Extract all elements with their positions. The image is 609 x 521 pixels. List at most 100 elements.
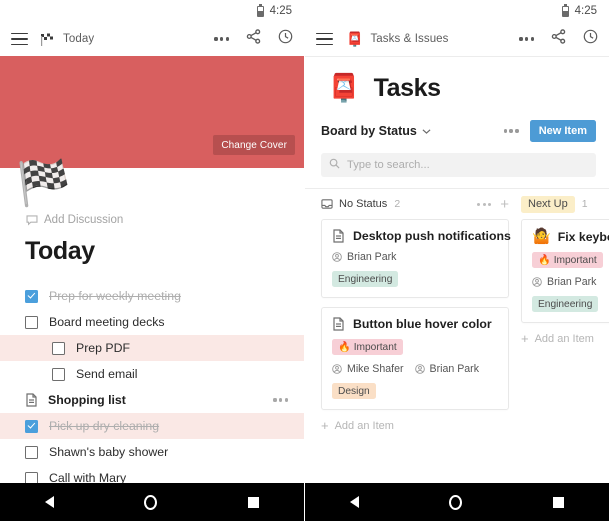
postbox-emoji-large: 📮 <box>327 73 361 103</box>
plus-icon: + <box>521 331 529 346</box>
avatar <box>332 364 342 374</box>
assignee[interactable]: Mike Shafer <box>332 363 404 375</box>
board-view-label[interactable]: Board by Status <box>321 124 417 138</box>
column-count: 1 <box>581 198 588 210</box>
plus-icon: + <box>321 418 329 433</box>
back-button[interactable] <box>350 496 360 508</box>
home-button[interactable] <box>449 494 463 510</box>
board-card[interactable]: Desktop push notifications Brian Park Engi… <box>321 219 511 298</box>
column-add-icon[interactable]: + <box>500 197 509 212</box>
recents-button[interactable] <box>552 496 564 508</box>
checkbox-checked[interactable] <box>25 289 38 303</box>
add-discussion-button[interactable]: Add Discussion <box>26 214 290 226</box>
assignee-name: Mike Shafer <box>347 363 404 375</box>
more-options-icon[interactable] <box>519 37 534 41</box>
document-row[interactable]: Shopping list <box>14 387 290 413</box>
checkered-flag-icon <box>41 33 56 46</box>
battery-icon <box>561 3 569 17</box>
checkbox-unchecked[interactable] <box>52 341 65 355</box>
tag-important[interactable]: 🔥 Important <box>532 252 603 268</box>
search-icon <box>329 156 340 174</box>
card-title-label: Button blue hover color <box>353 317 492 331</box>
assignee[interactable]: Brian Park <box>532 276 596 288</box>
checkered-flag-emoji[interactable]: 🏁 <box>16 162 71 206</box>
hamburger-menu-icon[interactable] <box>316 32 333 46</box>
todo-row[interactable]: Pick up dry cleaning <box>0 413 304 439</box>
right-phone-screen: 4:25 📮 Tasks & Issues 📮 Tasks Board by S… <box>304 0 609 521</box>
card-title: Button blue hover color <box>332 317 498 331</box>
card-title: Desktop push notifications <box>332 229 511 243</box>
todo-row[interactable]: Shawn's baby shower <box>14 439 290 465</box>
clock-history-icon[interactable] <box>583 29 598 49</box>
column-cards-no-status: Desktop push notifications Brian Park Engi… <box>321 219 511 410</box>
avatar <box>532 277 542 287</box>
add-item-label: Add an Item <box>334 419 394 432</box>
assignee-name: Brian Park <box>429 363 479 375</box>
board-card[interactable]: Button blue hover color 🔥 Important Mike Sh… <box>321 307 509 410</box>
checkbox-unchecked[interactable] <box>25 445 38 459</box>
board-header: Board by Status New Item <box>305 103 609 142</box>
checkbox-unchecked[interactable] <box>25 315 38 329</box>
status-badge-next-up[interactable]: Next Up <box>521 195 575 213</box>
add-discussion-label: Add Discussion <box>44 214 124 226</box>
avatar <box>414 364 425 374</box>
column-title-label: No Status <box>339 198 388 210</box>
status-bar-time: 4:25 <box>574 5 597 17</box>
checkbox-checked[interactable] <box>25 419 38 433</box>
app-bar-right: 📮 Tasks & Issues <box>305 22 609 56</box>
fire-emoji-icon: 🔥 <box>338 341 351 353</box>
column-count: 2 <box>394 198 401 210</box>
column-header-no-status: No Status 2 + <box>321 189 509 219</box>
recents-button[interactable] <box>247 496 259 508</box>
change-cover-button[interactable]: Change Cover <box>213 135 295 155</box>
chevron-down-icon[interactable] <box>422 128 431 135</box>
share-icon[interactable] <box>246 29 261 49</box>
assignee[interactable]: Brian Park <box>414 363 479 375</box>
card-title-label: Desktop push notifications <box>353 229 511 243</box>
assignee[interactable]: Brian Park <box>332 251 396 263</box>
board-more-icon[interactable] <box>503 129 519 133</box>
board-card[interactable]: 🤷 Fix keyboa 🔥Important Brian Park Engineeri… <box>521 219 609 323</box>
add-item-button-next-up[interactable]: + Add an Item <box>521 332 609 345</box>
todo-row[interactable]: Send email <box>14 361 290 387</box>
todo-label: Board meeting decks <box>49 315 165 329</box>
clock-history-icon[interactable] <box>278 29 293 49</box>
column-more-icon[interactable] <box>477 202 492 206</box>
status-bar-right: 4:25 <box>305 0 609 22</box>
new-item-button[interactable]: New Item <box>529 120 596 142</box>
hamburger-menu-icon[interactable] <box>11 32 28 46</box>
card-assignees: Mike Shafer Brian Park <box>332 363 498 375</box>
todo-label: Prep PDF <box>76 341 130 355</box>
home-button[interactable] <box>144 494 158 510</box>
tag-engineering[interactable]: Engineering <box>332 271 399 287</box>
search-bar[interactable] <box>321 153 596 177</box>
more-options-icon[interactable] <box>214 37 229 41</box>
todo-row[interactable]: Prep PDF <box>0 335 304 361</box>
page-icon <box>332 229 345 243</box>
comment-bubble-icon <box>26 214 38 226</box>
search-input[interactable] <box>347 159 588 171</box>
todo-list: Prep for weekly meeting Board meeting dec… <box>0 283 304 517</box>
todo-label: Shawn's baby shower <box>49 445 169 459</box>
tag-important[interactable]: 🔥 Important <box>332 339 403 355</box>
share-icon[interactable] <box>551 29 566 49</box>
document-body: Add Discussion Today Prep for weekly mee… <box>0 214 304 517</box>
board-columns: No Status 2 + Desktop push notifications… <box>305 188 609 521</box>
column-title-chip[interactable]: No Status <box>321 198 387 210</box>
tag-design[interactable]: Design <box>332 383 376 399</box>
column-cards-next-up: 🤷 Fix keyboa 🔥Important Brian Park Engineeri… <box>521 219 609 323</box>
back-button[interactable] <box>45 496 55 508</box>
todo-row[interactable]: Board meeting decks <box>14 309 290 335</box>
page-title-left: Today <box>25 237 95 265</box>
card-category-tags: Design <box>332 383 498 399</box>
android-nav-bar-left <box>0 483 304 521</box>
row-more-icon[interactable] <box>273 398 288 402</box>
todo-label: Prep for weekly meeting <box>49 289 181 303</box>
card-category-tags: Engineering <box>532 296 609 312</box>
card-title: 🤷 Fix keyboa <box>532 229 609 244</box>
add-item-button-no-status[interactable]: + Add an Item <box>321 419 509 432</box>
tag-engineering[interactable]: Engineering <box>532 296 599 312</box>
todo-row[interactable]: Prep for weekly meeting <box>14 283 290 309</box>
checkbox-unchecked[interactable] <box>52 367 65 381</box>
todo-label: Send email <box>76 367 138 381</box>
